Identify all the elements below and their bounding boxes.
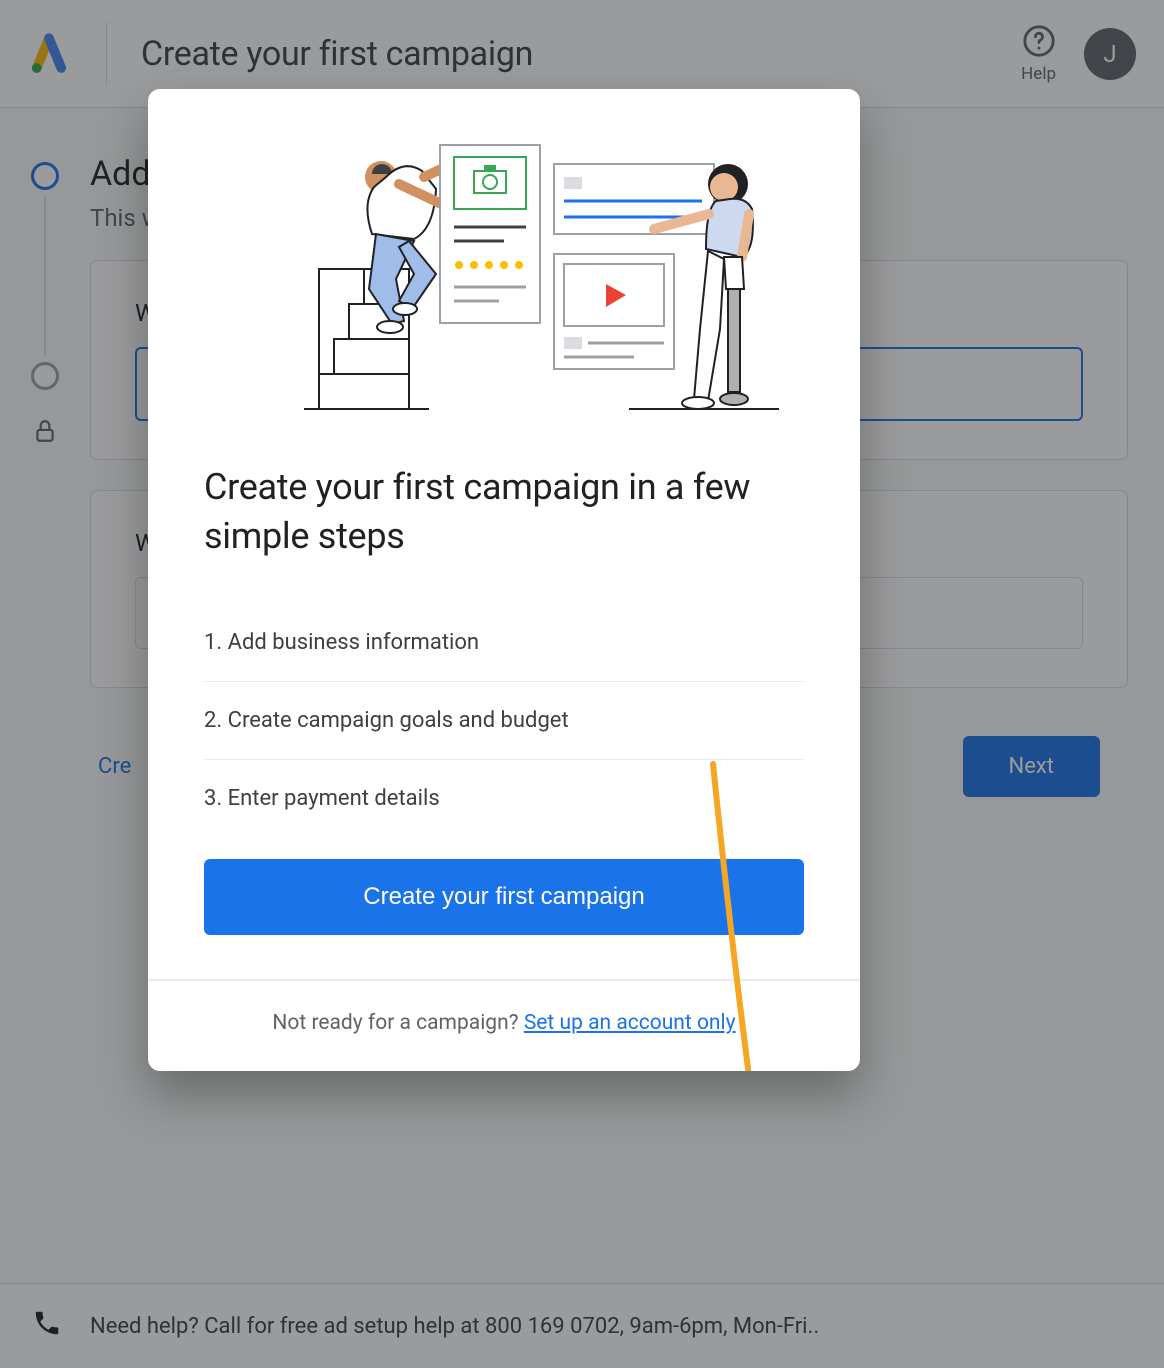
footer-question: Not ready for a campaign? bbox=[272, 1011, 523, 1035]
step-item-3: 3. Enter payment details bbox=[204, 760, 804, 837]
modal-footer: Not ready for a campaign? Set up an acco… bbox=[148, 979, 860, 1071]
onboarding-modal: Create your first campaign in a few simp… bbox=[148, 89, 860, 1071]
modal-title: Create your first campaign in a few simp… bbox=[204, 463, 804, 560]
step-item-1: 1. Add business information bbox=[204, 604, 804, 682]
modal-illustration bbox=[148, 129, 860, 435]
setup-account-only-link[interactable]: Set up an account only bbox=[524, 1011, 736, 1035]
steps-list: 1. Add business information 2. Create ca… bbox=[204, 604, 804, 837]
create-campaign-button[interactable]: Create your first campaign bbox=[204, 859, 804, 935]
step-item-2: 2. Create campaign goals and budget bbox=[204, 682, 804, 760]
